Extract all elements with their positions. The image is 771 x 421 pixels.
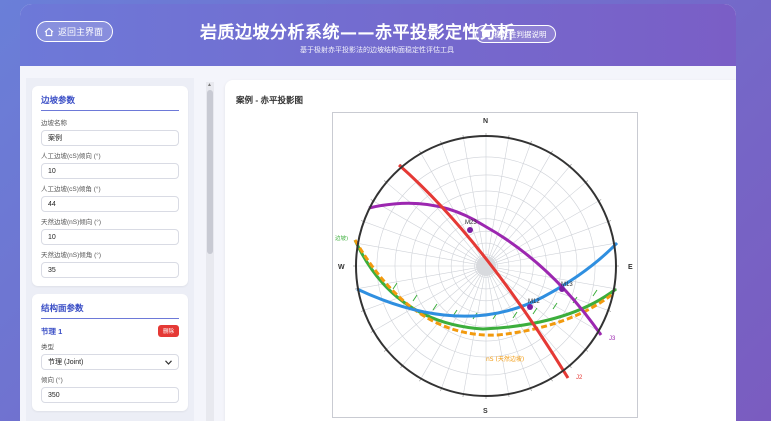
grid-radial [441, 143, 485, 261]
page-title: 岩质边坡分析系统——赤平投影定性分析 [200, 23, 515, 43]
ns-label: nS (天然边坡) [486, 355, 524, 363]
stereonet-frame: N S E W M23 M13 M12 J2 J3 nS (天然边坡) 边坡) [332, 112, 638, 418]
joint-row-head: 节理 1 删除 [41, 325, 179, 337]
grid-radial [363, 221, 481, 265]
type-select-value: 节理 (Joint) [48, 359, 84, 366]
grid-radial [486, 271, 509, 395]
ns-dipdir-input[interactable]: 10 [41, 229, 179, 245]
help-button[interactable]: 稳定性判据说明 [475, 25, 556, 43]
j3-label: J3 [609, 336, 616, 342]
west-label: W [338, 264, 345, 271]
grid-radial [363, 267, 481, 311]
joint-dipdir-input[interactable]: 350 [41, 387, 179, 403]
scroll-up-arrow-icon[interactable]: ▲ [207, 82, 212, 88]
j2-label: J2 [576, 375, 583, 381]
ns-dipdir-label: 天然边坡(nS)倾向 (°) [41, 219, 102, 226]
sidebar-scrollbar[interactable]: ▲ [206, 82, 214, 421]
cs-dip-label: 人工边坡(cS)倾角 (°) [41, 186, 101, 193]
grid-radial [488, 153, 552, 261]
ns-dip-label: 天然边坡(nS)倾角 (°) [41, 252, 102, 259]
delete-joint-button[interactable]: 删除 [157, 325, 179, 337]
app-window: 返回主界面 岩质边坡分析系统——赤平投影定性分析 基于极射赤平投影法的边坡结构面… [20, 4, 736, 421]
m12-label: M12 [528, 299, 540, 305]
grid-radial [373, 268, 481, 332]
info-card-icon [482, 31, 490, 37]
home-icon [44, 27, 54, 36]
grid-radial [357, 243, 481, 266]
east-label: E [628, 264, 633, 271]
help-button-label: 稳定性判据说明 [494, 29, 547, 39]
slope-name-input[interactable]: 案例 [41, 130, 179, 146]
type-select[interactable]: 节理 (Joint) [41, 354, 179, 370]
cs-dipdir-input[interactable]: 10 [41, 163, 179, 179]
grid-radial [491, 200, 599, 264]
home-button-label: 返回主界面 [58, 27, 104, 37]
m13-label: M13 [561, 282, 573, 288]
cs-dipdir-label: 人工边坡(cS)倾向 (°) [41, 153, 101, 160]
slope-params-title: 边坡参数 [41, 94, 179, 111]
structure-params-title: 结构面参数 [41, 302, 179, 319]
joint-dipdir-label: 倾向 (°) [41, 377, 63, 384]
joint-name: 节理 1 [41, 326, 63, 336]
cs-label: 边坡) [335, 234, 348, 242]
plot-title: 案例 - 赤平投影图 [236, 95, 304, 105]
north-label: N [483, 118, 488, 125]
type-label: 类型 [41, 344, 54, 351]
main-panel: 案例 - 赤平投影图 N S E W M23 M13 M12 J2 J3 nS … [225, 80, 736, 421]
scroll-thumb[interactable] [207, 90, 213, 254]
header: 返回主界面 岩质边坡分析系统——赤平投影定性分析 基于极射赤平投影法的边坡结构面… [20, 4, 736, 66]
ns-dip-input[interactable]: 35 [41, 262, 179, 278]
sidebar: 边坡参数 边坡名称 案例 人工边坡(cS)倾向 (°) 10 人工边坡(cS)倾… [26, 78, 194, 421]
slope-name-label: 边坡名称 [41, 120, 67, 127]
intersection-m23 [467, 227, 473, 233]
page-subtitle: 基于极射赤平投影法的边坡结构面稳定性评估工具 [300, 47, 454, 54]
slope-params-card: 边坡参数 边坡名称 案例 人工边坡(cS)倾向 (°) 10 人工边坡(cS)倾… [32, 86, 188, 286]
m23-label: M23 [465, 220, 477, 226]
home-button[interactable]: 返回主界面 [36, 21, 114, 42]
chevron-down-icon [165, 359, 172, 365]
cs-dip-input[interactable]: 44 [41, 196, 179, 212]
structure-params-card: 结构面参数 节理 1 删除 类型 节理 (Joint) 倾向 (°) 350 [32, 294, 188, 411]
stereonet: N S E W M23 M13 M12 J2 J3 nS (天然边坡) 边坡) [335, 118, 633, 415]
south-label: S [483, 408, 488, 415]
grid-radial [486, 137, 509, 261]
